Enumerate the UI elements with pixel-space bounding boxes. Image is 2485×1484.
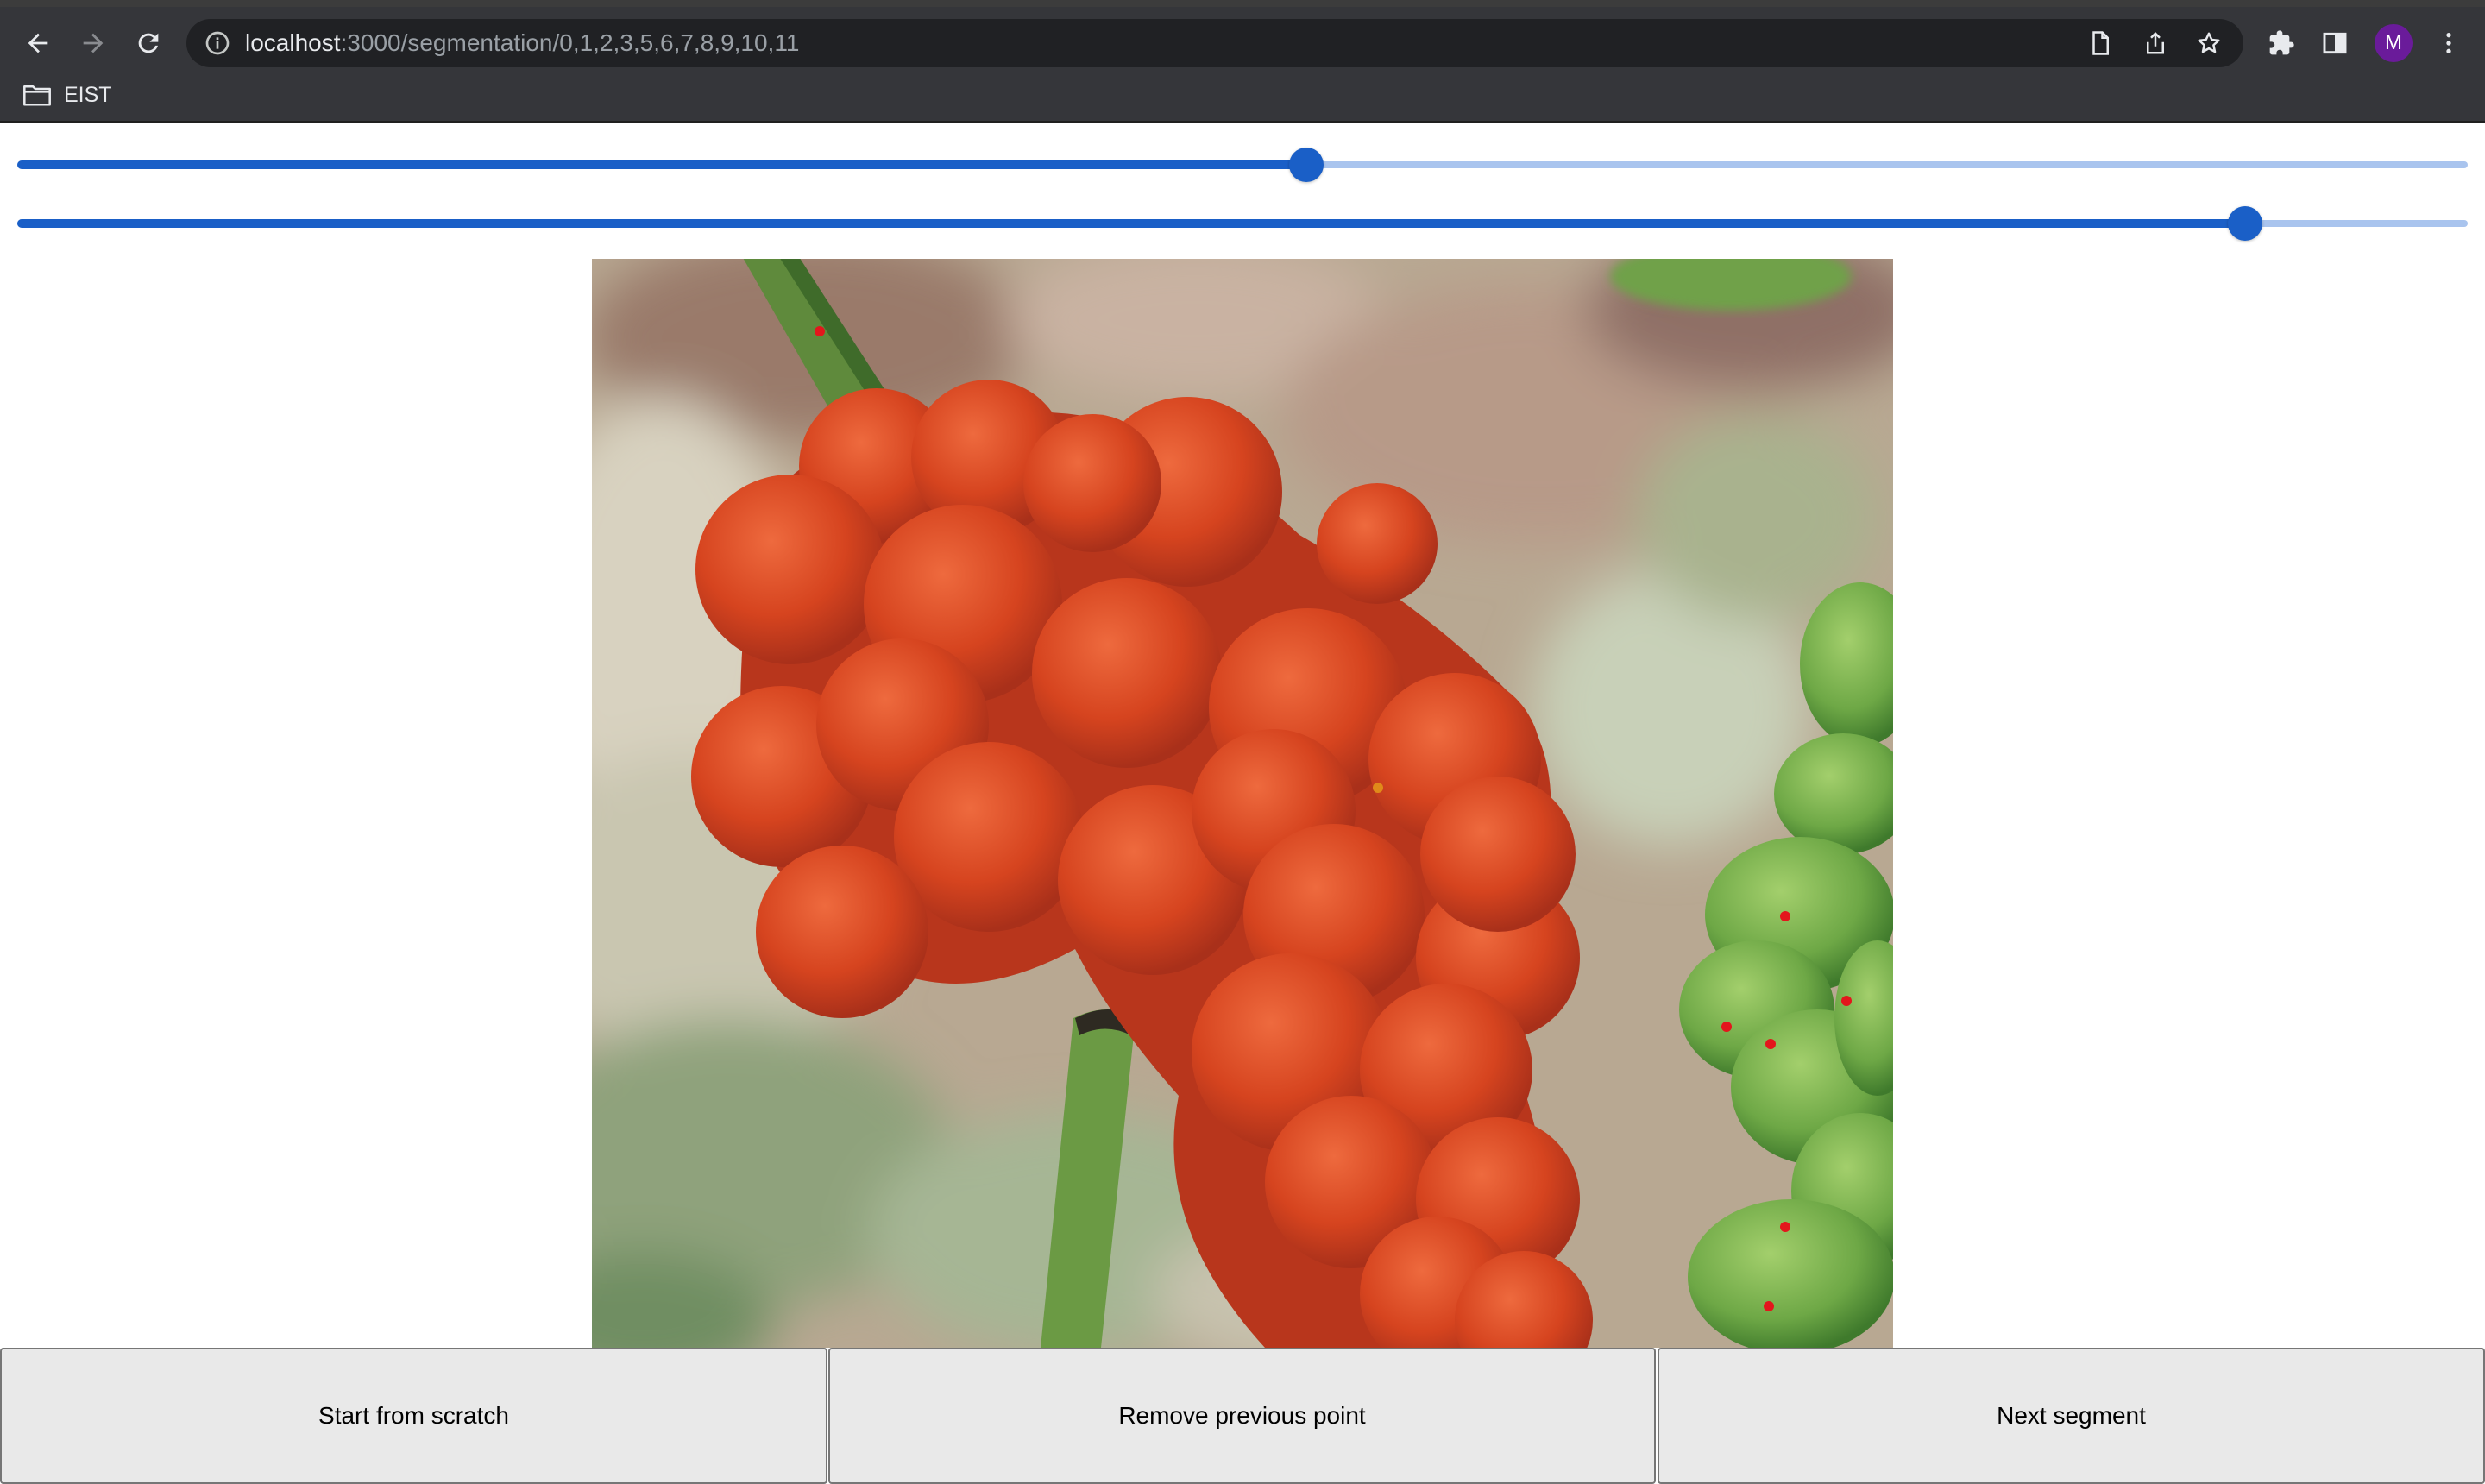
negative-point-marker[interactable] <box>1721 1022 1732 1032</box>
url-path: :3000/segmentation/0,1,2,3,5,6,7,8,9,10,… <box>340 29 800 56</box>
reload-icon <box>138 33 159 53</box>
slider-track <box>17 219 2245 228</box>
page-info-button[interactable] <box>2085 28 2116 59</box>
start-from-scratch-button[interactable]: Start from scratch <box>0 1348 827 1484</box>
window-top-edge <box>0 0 2485 7</box>
profile-avatar[interactable]: M <box>2375 24 2413 62</box>
slider-track <box>17 160 1306 169</box>
positive-point-marker[interactable] <box>1373 783 1383 793</box>
browser-menu-button[interactable] <box>2430 24 2468 62</box>
document-icon <box>2092 31 2109 55</box>
share-button[interactable] <box>2140 28 2171 59</box>
negative-point-marker[interactable] <box>1841 996 1852 1006</box>
bookmarks-bar: EIST <box>0 67 2485 123</box>
puzzle-icon <box>2269 30 2294 55</box>
site-info-icon[interactable] <box>204 29 231 57</box>
segmentation-canvas[interactable] <box>592 259 1893 1348</box>
slider-thumb[interactable] <box>2227 206 2262 241</box>
slider-thumb[interactable] <box>1288 148 1324 182</box>
side-panel-button[interactable] <box>2316 24 2354 62</box>
segmentation-image[interactable] <box>592 259 1893 1348</box>
more-vert-icon <box>2446 33 2451 53</box>
slider-2[interactable] <box>17 206 2468 241</box>
forward-arrow-icon <box>83 33 104 53</box>
url-host: localhost <box>245 29 341 56</box>
forward-button[interactable] <box>72 22 114 64</box>
back-arrow-icon <box>28 33 48 53</box>
negative-point-marker[interactable] <box>1765 1039 1776 1049</box>
reload-button[interactable] <box>128 22 169 64</box>
share-icon <box>2147 31 2164 54</box>
back-button[interactable] <box>17 22 59 64</box>
url-text[interactable]: localhost:3000/segmentation/0,1,2,3,5,6,… <box>245 30 799 56</box>
address-bar[interactable]: localhost:3000/segmentation/0,1,2,3,5,6,… <box>186 19 2243 67</box>
browser-toolbar: localhost:3000/segmentation/0,1,2,3,5,6,… <box>0 7 2485 67</box>
star-icon <box>2198 32 2220 53</box>
next-segment-button[interactable]: Next segment <box>1658 1348 2485 1484</box>
negative-point-marker[interactable] <box>1780 911 1790 921</box>
side-panel-icon <box>2323 32 2347 54</box>
slider-1[interactable] <box>17 148 2468 182</box>
extensions-button[interactable] <box>2262 24 2300 62</box>
bookmark-label: EIST <box>64 82 112 107</box>
folder-icon <box>23 85 51 106</box>
negative-point-marker[interactable] <box>1764 1301 1774 1311</box>
negative-point-marker[interactable] <box>1780 1222 1790 1232</box>
bookmark-star-button[interactable] <box>2193 28 2224 59</box>
remove-previous-point-button[interactable]: Remove previous point <box>828 1348 1656 1484</box>
negative-point-marker[interactable] <box>815 326 825 336</box>
bookmark-folder-eist[interactable]: EIST <box>22 81 112 109</box>
